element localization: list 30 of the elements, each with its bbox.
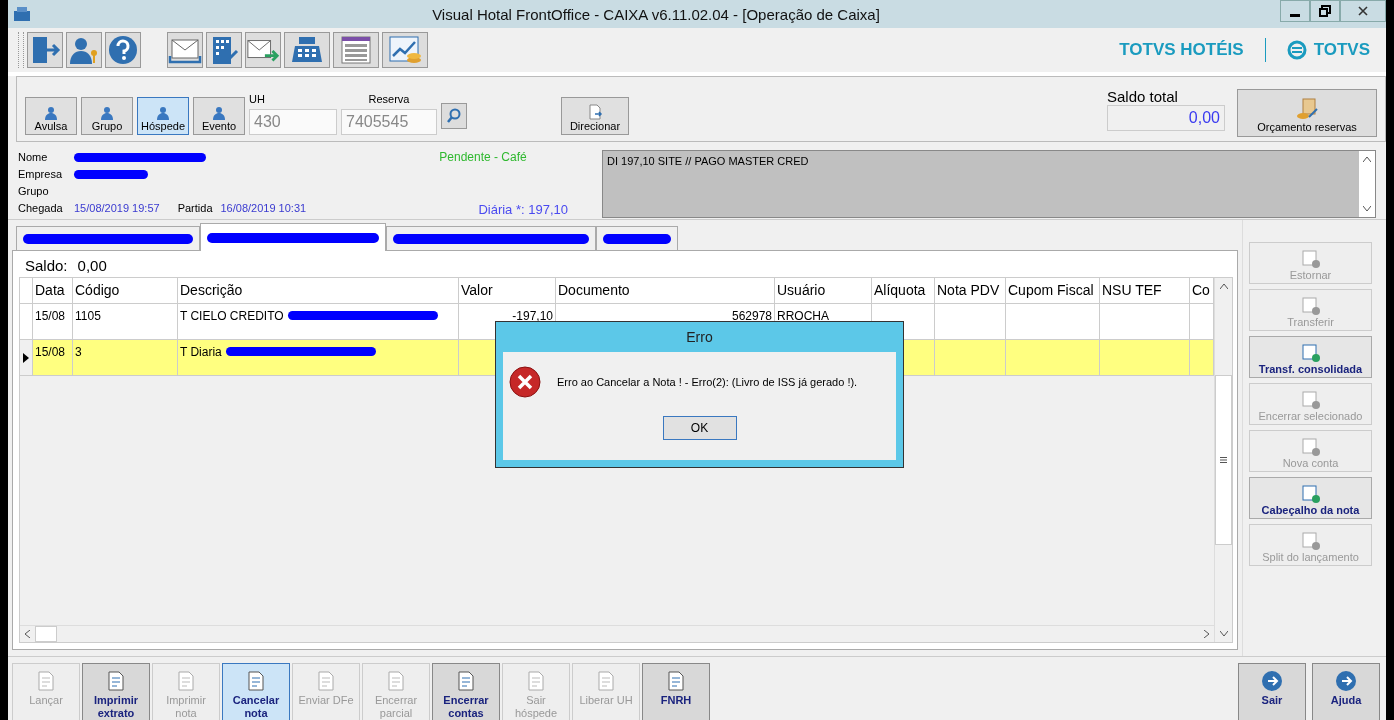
table-cell: 15/08 [35, 309, 66, 323]
company-name: TOTVS [1313, 40, 1370, 60]
table-cell: -197,10 [512, 309, 553, 323]
table-cell: 3 [75, 345, 82, 359]
guest-field-label: Nome [18, 151, 49, 163]
guest-field-label: Partida [177, 202, 213, 214]
brand-name: TOTVS HOTÉIS [1119, 40, 1244, 60]
window-title: Visual Hotal FrontOffice - CAIXA v6.11.02.04 - [Operação de Caixa] [431, 5, 881, 23]
field-label: Reserva [367, 93, 411, 107]
guest-field-label: Empresa [18, 168, 64, 180]
error-message: Erro ao Cancelar a Nota ! - Erro(2): (Livro de ISS já gerado !). [557, 376, 858, 388]
arrival-date: 15/08/2019 19:57 [74, 202, 160, 214]
notes-text: DI 197,10 SITE // PAGO MASTER CRED [606, 154, 810, 169]
dialog-title: Erro [685, 328, 714, 347]
daily-rate: Diária *: 197,10 [478, 202, 568, 217]
table-cell: RROCHA [777, 309, 829, 323]
departure-date: 16/08/2019 10:31 [220, 202, 307, 214]
table-cell: T CIELO CREDITO [180, 309, 284, 323]
status-text: Pendente - Café [439, 150, 527, 164]
saldo-total-label: Saldo total [1107, 88, 1179, 105]
saldo-value: 0,00 [77, 257, 107, 276]
saldo-total-value: 0,00 [1107, 105, 1225, 131]
field-label: UH [249, 93, 266, 107]
guest-field-label: Chegada [18, 202, 64, 214]
saldo-label: Saldo: [25, 257, 68, 276]
table-cell: 15/08 [35, 345, 66, 359]
guest-field-label: Grupo [18, 185, 50, 197]
table-cell: 1105 [75, 309, 101, 323]
table-cell: 562978 [731, 309, 772, 323]
table-cell: T Diaria [180, 345, 222, 359]
